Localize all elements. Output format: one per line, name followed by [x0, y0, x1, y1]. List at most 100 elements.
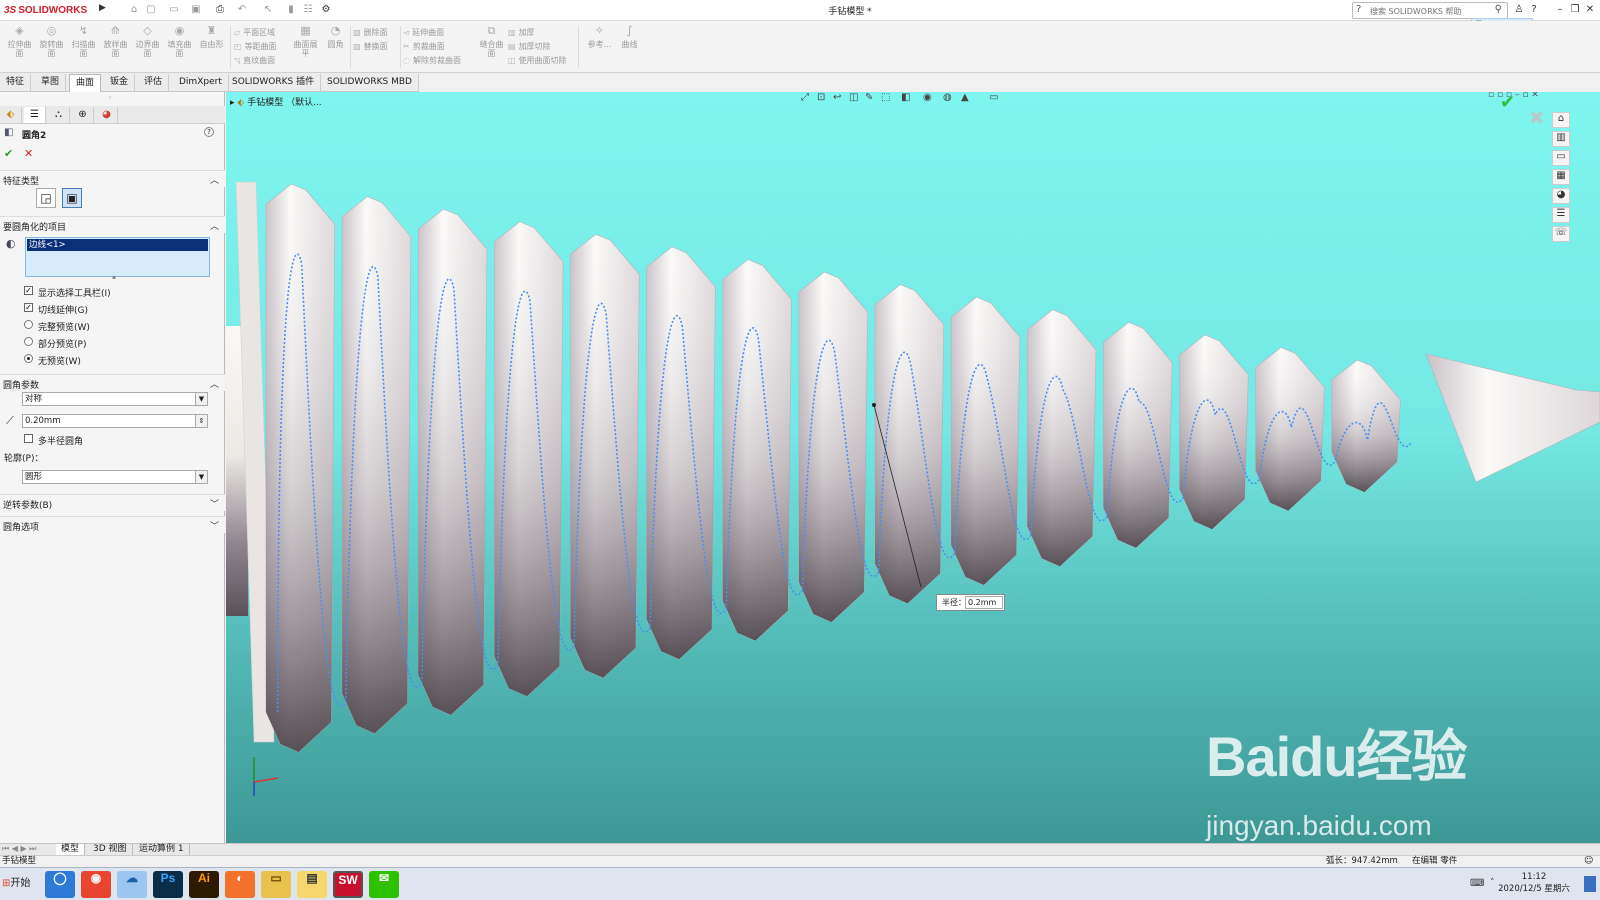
ribbon-ruled-surface[interactable]: ◹ 直纹曲面: [234, 54, 277, 68]
ribbon-curves[interactable]: ∫ 曲线: [614, 25, 645, 70]
zoom-to-fit-icon[interactable]: ⤢: [801, 92, 809, 103]
ribbon-boundary-surface[interactable]: ◇ 边界曲面: [132, 25, 163, 70]
tab-sheet-metal[interactable]: 钣金: [104, 74, 136, 92]
previous-view-icon[interactable]: ↩: [833, 92, 841, 103]
edit-appearance-icon[interactable]: ◍: [943, 92, 952, 103]
dynamic-annotation-icon[interactable]: ✎: [865, 92, 873, 103]
spin-stepper-icon[interactable]: ⇕: [195, 415, 207, 427]
tab-sketch[interactable]: 草图: [35, 74, 67, 92]
home-icon[interactable]: ⌂: [128, 4, 140, 16]
ribbon-fillet[interactable]: ◔ 圆角: [320, 25, 351, 70]
ribbon-sweep-surface[interactable]: ↯ 扫描曲面: [68, 25, 99, 70]
taskbar-illustrator-app[interactable]: Ai: [189, 871, 219, 898]
tab-features[interactable]: 特征: [0, 74, 32, 92]
view-settings-icon[interactable]: ▭: [989, 92, 998, 103]
search-icon[interactable]: ⚲: [1495, 4, 1502, 15]
face-fillet-icon[interactable]: ▣: [62, 188, 82, 208]
feature-manager-tab-icon[interactable]: ⬖: [0, 107, 22, 123]
edges-selection-list[interactable]: 边线<1>: [25, 237, 210, 277]
ribbon-reference-geometry[interactable]: ✧ 参考...: [584, 25, 615, 70]
section-items-to-fillet[interactable]: 要圆角化的项目 ︿: [0, 216, 225, 233]
radius-callout-value[interactable]: 0.2mm: [965, 596, 1003, 609]
zoom-to-area-icon[interactable]: ⊡: [817, 92, 825, 103]
constant-size-fillet-icon[interactable]: ◲: [36, 188, 56, 208]
tab-solidworks-mbd[interactable]: SOLIDWORKS MBD: [321, 74, 419, 92]
ribbon-trim-surface[interactable]: ✂ 剪裁曲面: [403, 40, 461, 54]
taskbar-photoshop-app[interactable]: Ps: [153, 871, 183, 898]
section-fillet-options[interactable]: 圆角选项 ﹀: [0, 516, 225, 533]
hide-show-items-icon[interactable]: ◉: [923, 92, 932, 103]
print-icon[interactable]: ⎙: [214, 4, 226, 16]
ribbon-thicken-cut[interactable]: ▤ 加厚切除: [508, 40, 567, 54]
appearances-icon[interactable]: ◕: [1552, 188, 1570, 204]
ribbon-filled-surface[interactable]: ◉ 填充曲面: [164, 25, 195, 70]
new-document-icon[interactable]: ▢: [145, 4, 157, 16]
display-manager-tab-icon[interactable]: ◕: [96, 107, 118, 123]
taskbar-clock[interactable]: 11:12 2020/12/5 星期六: [1496, 871, 1572, 895]
list-resize-handle[interactable]: ▪: [112, 274, 116, 281]
partial-preview-radio[interactable]: [24, 337, 33, 346]
ribbon-delete-face[interactable]: ▧ 删除面: [353, 26, 388, 40]
multi-radius-checkbox[interactable]: [24, 434, 33, 443]
file-properties-icon[interactable]: ☷: [302, 4, 314, 16]
undo-icon[interactable]: ↶: [236, 4, 248, 16]
taskbar-notepad-app[interactable]: ▤: [297, 871, 327, 898]
selected-edge-item[interactable]: 边线<1>: [27, 239, 208, 251]
solidworks-logo[interactable]: 3S SOLIDWORKS: [4, 2, 96, 19]
ribbon-freeform[interactable]: ♜ 自由形: [196, 25, 227, 70]
tab-surfaces[interactable]: 曲面: [69, 74, 102, 92]
restore-button[interactable]: ❐: [1568, 3, 1582, 17]
options-gear-icon[interactable]: ⚙: [320, 4, 332, 16]
section-feature-type[interactable]: 特征类型 ︿: [0, 170, 225, 187]
status-notification-icon[interactable]: ☺: [1584, 856, 1593, 867]
close-button[interactable]: ✕: [1583, 3, 1597, 17]
save-icon[interactable]: ▣: [190, 4, 202, 16]
full-preview-radio[interactable]: [24, 320, 33, 329]
taskbar-browser-app[interactable]: ◯: [45, 871, 75, 898]
tab-solidworks-addins[interactable]: SOLIDWORKS 插件: [226, 74, 322, 92]
open-icon[interactable]: ▭: [168, 4, 180, 16]
configuration-manager-tab-icon[interactable]: ⛬: [48, 107, 70, 123]
confirm-corner-ok-icon[interactable]: ✔: [1500, 92, 1515, 113]
minimize-button[interactable]: –: [1553, 3, 1567, 17]
no-preview-radio[interactable]: [24, 354, 33, 363]
ribbon-untrim-surface[interactable]: ◌ 解除剪裁曲面: [403, 54, 461, 68]
view-palette-icon[interactable]: ▦: [1552, 169, 1570, 185]
view-orientation-icon[interactable]: ⬚: [881, 92, 890, 103]
custom-properties-icon[interactable]: ☰: [1552, 207, 1570, 223]
radius-input[interactable]: 0.20mm ⇕: [22, 414, 208, 428]
taskbar-solidworks-app[interactable]: SW: [333, 871, 363, 898]
display-style-icon[interactable]: ◧: [901, 92, 910, 103]
keyboard-tray-icon[interactable]: ⌨: [1470, 878, 1484, 889]
taskbar-chrome-app[interactable]: ◉: [81, 871, 111, 898]
select-icon[interactable]: ↖: [262, 4, 274, 16]
ribbon-planar-surface[interactable]: ▱ 平面区域: [234, 26, 277, 40]
property-manager-tab-icon[interactable]: ☰: [24, 107, 46, 123]
graphics-viewport[interactable]: ▸ ⬖ 手钻模型 （默认... ⤢ ⊡ ↩ ◫ ✎ ⬚ ◧ ◉ ◍ ▲ ▭ ▫ …: [226, 92, 1600, 843]
ribbon-extrude-surface[interactable]: ◈ 拉伸曲面: [4, 25, 35, 70]
user-icon[interactable]: ♙: [1512, 3, 1526, 17]
radius-callout[interactable]: 半径： 0.2mm: [936, 594, 1005, 611]
symmetry-select[interactable]: 对称 ▼: [22, 392, 208, 406]
menu-expand-arrow[interactable]: ▶: [99, 3, 107, 17]
ribbon-flatten-surface[interactable]: ▦ 曲面展平: [290, 25, 321, 70]
section-fillet-parameters[interactable]: 圆角参数 ︿: [0, 374, 225, 391]
tab-scroll-arrows[interactable]: ⏮ ◀ ▶ ⏭: [2, 844, 36, 854]
forum-icon[interactable]: ☏: [1552, 226, 1570, 242]
ribbon-knit-surface[interactable]: ⧉ 缝合曲面: [476, 25, 507, 70]
panel-handle[interactable]: ◦: [108, 94, 112, 102]
ok-button[interactable]: ✔: [4, 147, 13, 160]
ribbon-loft-surface[interactable]: ⟰ 放样曲面: [100, 25, 131, 70]
rebuild-icon[interactable]: ▮: [285, 4, 297, 16]
show-desktop-button[interactable]: [1584, 876, 1596, 892]
section-view-icon[interactable]: ◫: [849, 92, 858, 103]
show-selection-toolbar-checkbox[interactable]: ✓: [24, 286, 33, 295]
apply-scene-icon[interactable]: ▲: [961, 92, 969, 103]
profile-select[interactable]: 圆形 ▼: [22, 470, 208, 484]
ribbon-thicken[interactable]: ▥ 加厚: [508, 26, 567, 40]
taskbar-file-explorer-app[interactable]: ▭: [261, 871, 291, 898]
feature-tree-flyout[interactable]: ▸ ⬖ 手钻模型 （默认...: [230, 95, 322, 108]
dimxpert-manager-tab-icon[interactable]: ⊕: [72, 107, 94, 123]
solidworks-resources-icon[interactable]: ⌂: [1552, 112, 1570, 128]
taskbar-wechat-app[interactable]: ✉: [369, 871, 399, 898]
